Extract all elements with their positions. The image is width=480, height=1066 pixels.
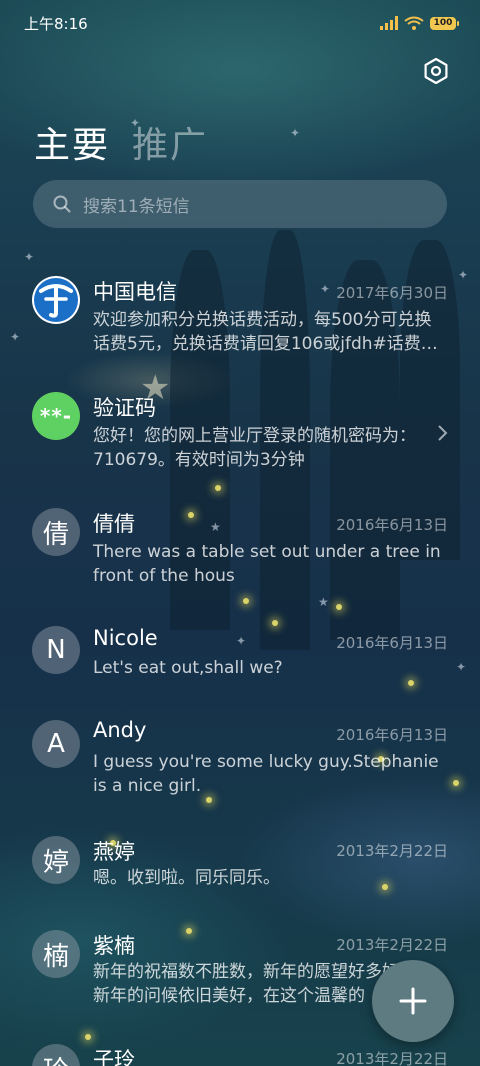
avatar: **- [32, 392, 80, 440]
contact-name: 验证码 [93, 396, 156, 420]
contact-name: 紫楠 [93, 934, 135, 958]
message-date: 2016年6月13日 [336, 726, 448, 744]
new-message-button[interactable] [372, 960, 454, 1042]
avatar: N [32, 626, 80, 674]
chevron-right-icon [438, 425, 448, 441]
message-preview: 欢迎参加积分兑换话费活动，每500分可兑换话费5元，兑换话费请回复106或jfd… [93, 310, 438, 354]
conversation-item[interactable]: A Andy 2016年6月13日 I guess you're some lu… [0, 716, 480, 816]
avatar [32, 276, 80, 324]
message-date: 2013年2月22日 [336, 936, 448, 954]
tab-promotions[interactable]: 推广 [132, 116, 208, 168]
status-icons: 100 [380, 16, 459, 30]
message-preview: Let's eat out,shall we? [93, 658, 283, 678]
avatar: A [32, 720, 80, 768]
battery-level: 100 [433, 18, 453, 28]
conversation-item[interactable]: N Nicole 2016年6月13日 Let's eat out,shall … [0, 622, 480, 702]
message-preview: There was a table set out under a tree i… [93, 542, 441, 586]
contact-name: 燕婷 [93, 840, 135, 864]
avatar: 倩 [32, 508, 80, 556]
tab-primary[interactable]: 主要 [34, 116, 110, 168]
message-date: 2016年6月13日 [336, 516, 448, 534]
search-bar[interactable]: 搜索11条短信 [33, 180, 447, 228]
avatar: 玲 [32, 1044, 80, 1066]
message-date: 2013年2月22日 [336, 1050, 448, 1066]
message-date: 2017年6月30日 [336, 284, 448, 302]
contact-name: Andy [93, 718, 147, 742]
contact-name: Nicole [93, 626, 158, 650]
conversation-item[interactable]: 婷 燕婷 2013年2月22日 嗯。收到啦。同乐同乐。 [0, 832, 480, 912]
china-telecom-logo-icon [34, 278, 78, 322]
message-preview: 您好！您的网上营业厅登录的随机密码为：710679。有效时间为3分钟 [93, 426, 416, 470]
contact-name: 中国电信 [93, 280, 177, 304]
contact-name: 子玲 [93, 1048, 135, 1066]
status-time: 上午8:16 [24, 14, 88, 33]
contact-name: 倩倩 [93, 512, 135, 536]
message-date: 2016年6月13日 [336, 634, 448, 652]
message-preview: 嗯。收到啦。同乐同乐。 [93, 868, 280, 888]
avatar: 楠 [32, 930, 80, 978]
conversation-item[interactable]: 中国电信 2017年6月30日 欢迎参加积分兑换话费活动，每500分可兑换话费5… [0, 272, 480, 372]
status-bar: 上午8:16 100 [0, 0, 480, 46]
wifi-icon [404, 16, 424, 30]
conversation-item[interactable]: 倩 倩倩 2016年6月13日 There was a table set ou… [0, 504, 480, 604]
search-icon [53, 195, 71, 213]
message-preview: I guess you're some lucky guy.Stephanie … [93, 752, 439, 796]
conversation-item[interactable]: **- 验证码 您好！您的网上营业厅登录的随机密码为：710679。有效时间为3… [0, 388, 480, 488]
signal-icon [380, 16, 398, 30]
settings-icon[interactable] [423, 58, 449, 84]
plus-icon [399, 987, 427, 1015]
search-placeholder: 搜索11条短信 [83, 196, 190, 217]
conversation-item[interactable]: 玲 子玲 2013年2月22日 [0, 1040, 480, 1066]
battery-icon: 100 [430, 16, 459, 30]
tab-bar: 主要 推广 [34, 116, 208, 168]
message-date: 2013年2月22日 [336, 842, 448, 860]
avatar: 婷 [32, 836, 80, 884]
